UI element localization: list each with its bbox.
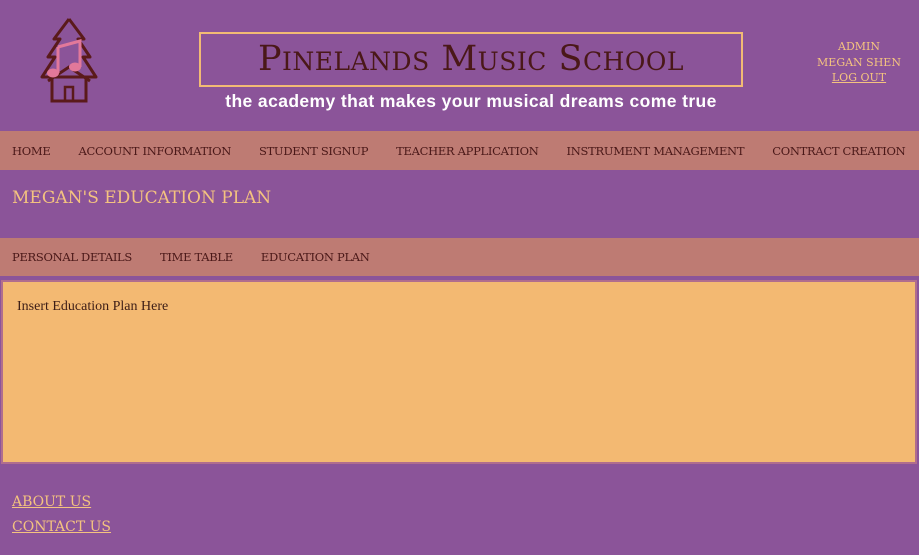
page-title: Megan's Education Plan [12, 188, 272, 208]
education-plan-text: Insert Education Plan Here [17, 299, 169, 314]
user-name: Megan Shen [817, 55, 901, 69]
main-nav: Home Account Information Student Signup … [0, 131, 919, 170]
site-header: Pinelands Music School the academy that … [0, 0, 919, 131]
user-role: Admin [838, 40, 880, 53]
nav-item-home[interactable]: Home [12, 144, 51, 158]
contact-us-link[interactable]: Contact Us [12, 515, 111, 540]
about-us-link[interactable]: About Us [12, 490, 111, 515]
nav-item-teacher-application[interactable]: Teacher Application [396, 144, 539, 158]
tab-personal-details[interactable]: Personal Details [12, 250, 132, 264]
user-menu: Admin Megan Shen Log Out [810, 39, 908, 86]
tree-music-note-house-icon[interactable] [38, 17, 100, 105]
nav-item-account-information[interactable]: Account Information [78, 144, 231, 158]
site-tagline: the academy that makes your musical drea… [225, 91, 717, 111]
nav-item-instrument-management[interactable]: Instrument Management [567, 144, 745, 158]
sub-nav: Personal Details Time Table Education Pl… [0, 238, 919, 276]
site-title: Pinelands Music School [199, 32, 743, 87]
footer-links: About Us Contact Us [12, 490, 111, 540]
education-plan-panel: Insert Education Plan Here [1, 280, 917, 464]
tab-education-plan[interactable]: Education Plan [261, 250, 370, 264]
logout-link[interactable]: Log Out [810, 70, 908, 86]
nav-item-contract-creation[interactable]: Contract Creation [772, 144, 905, 158]
tab-time-table[interactable]: Time Table [160, 250, 233, 264]
nav-item-student-signup[interactable]: Student Signup [259, 144, 368, 158]
